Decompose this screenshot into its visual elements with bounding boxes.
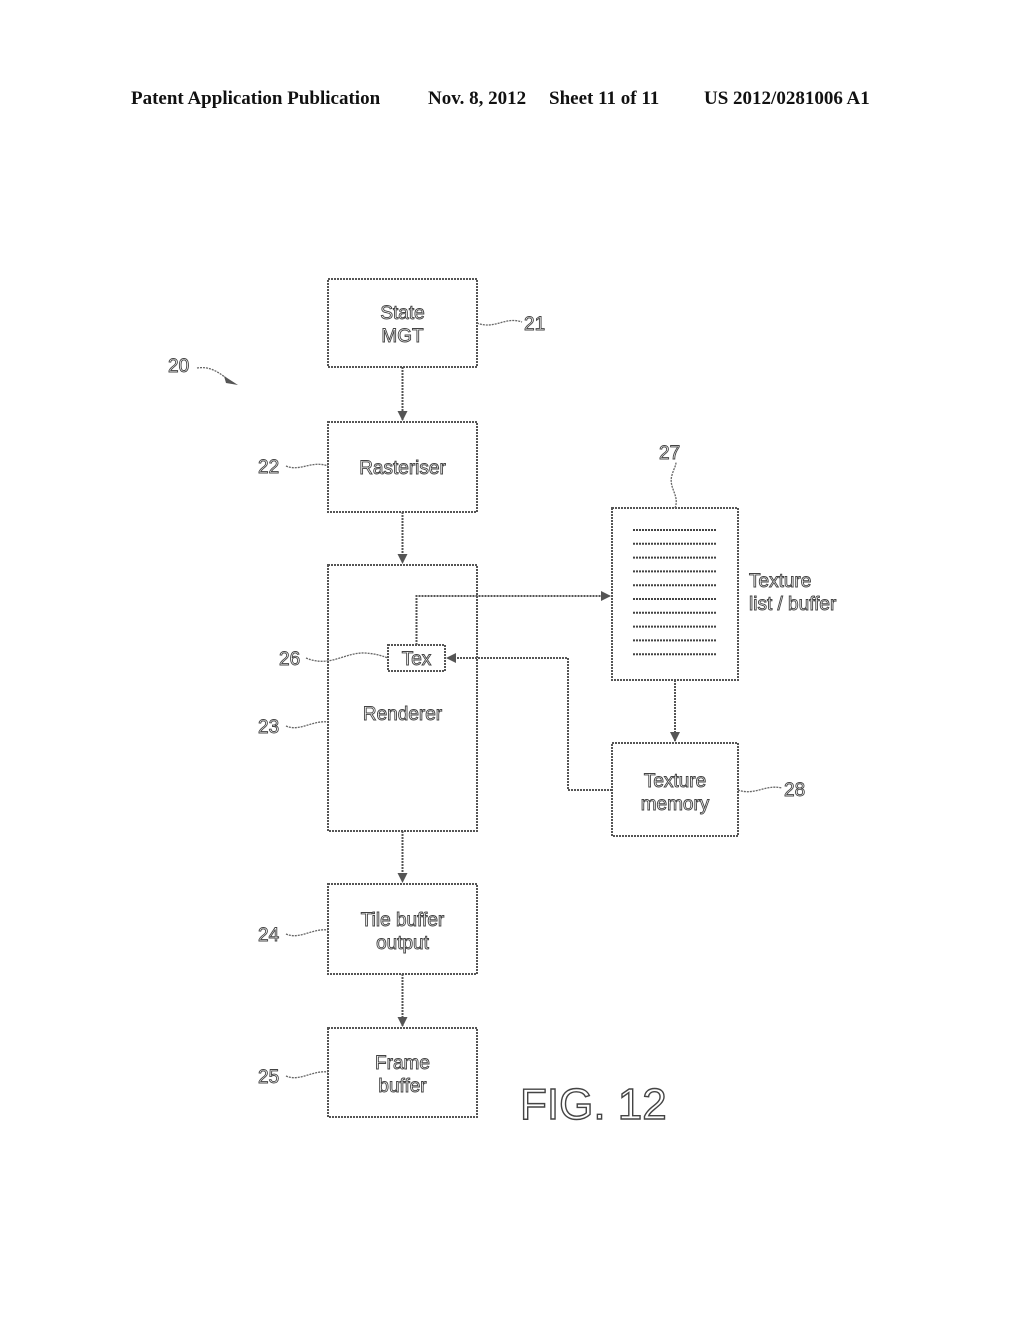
tex-label: Tex bbox=[402, 649, 432, 670]
ref-27-leader bbox=[670, 461, 677, 509]
ref-20: 20 bbox=[168, 356, 189, 377]
state-mgt-label-line2: MGT bbox=[381, 326, 424, 347]
block-diagram: 20 State MGT 21 Rasteriser 22 Renderer 2… bbox=[168, 278, 837, 1130]
ref-28: 28 bbox=[784, 780, 805, 801]
frame-buffer-label-line1: Frame bbox=[375, 1053, 430, 1074]
block-state-mgt: State MGT 21 bbox=[327, 278, 546, 368]
texture-memory-label-line2: memory bbox=[641, 794, 710, 815]
figure-label: FIG. 12 bbox=[520, 1080, 667, 1129]
block-texture-list-buffer: Texture list / buffer 27 bbox=[611, 443, 837, 681]
system-reference: 20 bbox=[168, 356, 238, 385]
renderer-label: Renderer bbox=[363, 704, 443, 725]
ref-26: 26 bbox=[279, 649, 300, 670]
renderer-box bbox=[327, 564, 478, 832]
tile-buffer-label-line2: output bbox=[376, 933, 430, 954]
ref-28-leader bbox=[737, 786, 783, 793]
texture-list-label-line1: Texture bbox=[749, 571, 811, 592]
rasteriser-label: Rasteriser bbox=[359, 458, 446, 479]
ref-21-leader bbox=[476, 319, 523, 326]
texture-memory-label-line1: Texture bbox=[644, 771, 706, 792]
ref-22-leader bbox=[285, 463, 329, 469]
ref-25-leader bbox=[285, 1071, 329, 1079]
ref-24-leader bbox=[285, 929, 329, 937]
ref-27: 27 bbox=[659, 443, 680, 464]
tile-buffer-label-line1: Tile buffer bbox=[361, 910, 445, 931]
ref-23-leader bbox=[285, 721, 329, 729]
ref-24: 24 bbox=[258, 925, 280, 946]
ref-20-leader bbox=[196, 366, 227, 379]
texture-list-label-line2: list / buffer bbox=[749, 594, 837, 615]
frame-buffer-label-line2: buffer bbox=[378, 1076, 427, 1097]
block-renderer: Renderer 23 bbox=[258, 564, 478, 832]
ref-20-arrow-icon bbox=[224, 376, 238, 385]
block-texture-memory: Texture memory 28 bbox=[611, 742, 806, 837]
block-rasteriser: Rasteriser 22 bbox=[258, 421, 478, 513]
ref-21: 21 bbox=[524, 314, 545, 335]
block-tile-buffer-output: Tile buffer output 24 bbox=[258, 883, 478, 975]
ref-22: 22 bbox=[258, 457, 279, 478]
state-mgt-label-line1: State bbox=[380, 303, 424, 324]
block-frame-buffer: Frame buffer 25 bbox=[258, 1027, 478, 1118]
ref-23: 23 bbox=[258, 717, 279, 738]
ref-25: 25 bbox=[258, 1067, 279, 1088]
